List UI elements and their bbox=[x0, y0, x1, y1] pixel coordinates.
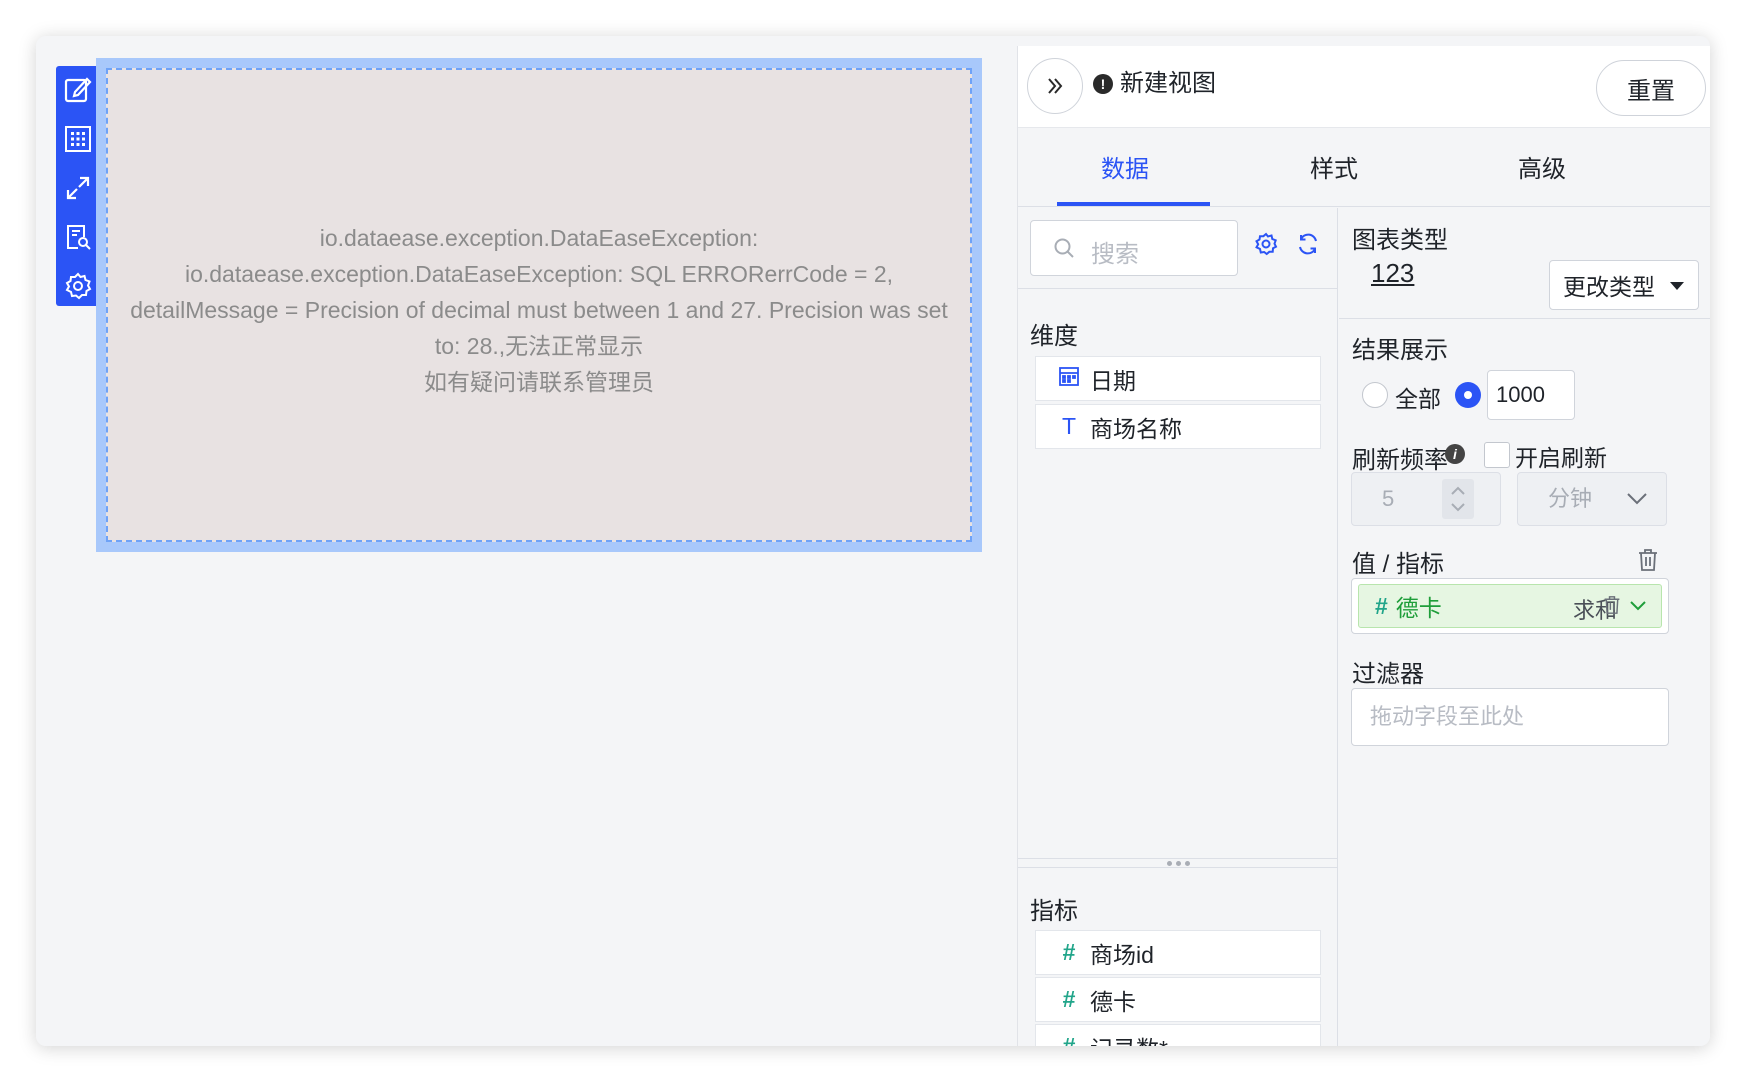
change-type-label: 更改类型 bbox=[1563, 274, 1655, 300]
editor-header: ! 新建视图 重置 bbox=[1018, 46, 1710, 128]
search-placeholder: 搜索 bbox=[1091, 241, 1139, 268]
result-all-label: 全部 bbox=[1395, 386, 1441, 412]
change-type-dropdown[interactable]: 更改类型 bbox=[1549, 260, 1699, 310]
hash-icon: # bbox=[1062, 1033, 1076, 1046]
value-field-chip[interactable]: # 德卡 求和 bbox=[1358, 584, 1662, 628]
refresh-title: 刷新频率 bbox=[1352, 447, 1448, 474]
filter-drop-zone[interactable]: 拖动字段至此处 bbox=[1351, 688, 1669, 746]
field-search-input[interactable]: 搜索 bbox=[1030, 220, 1238, 276]
tab-style[interactable]: 样式 bbox=[1310, 149, 1358, 184]
field-label: 日期 bbox=[1090, 367, 1136, 394]
hash-icon: # bbox=[1062, 939, 1076, 965]
hash-icon: # bbox=[1375, 592, 1388, 619]
double-chevron-right-icon bbox=[1048, 78, 1063, 94]
enable-refresh-label: 开启刷新 bbox=[1515, 445, 1607, 471]
error-message-line: detailMessage = Precision of decimal mus… bbox=[130, 297, 948, 323]
filter-title: 过滤器 bbox=[1352, 661, 1424, 688]
field-label: 记录数* bbox=[1090, 1030, 1168, 1047]
error-message-line: io.dataease.exception.DataEaseException:… bbox=[184, 261, 894, 287]
chevron-down-icon[interactable] bbox=[1629, 599, 1647, 613]
dimension-field-date[interactable]: 日期 bbox=[1035, 356, 1321, 401]
dimension-title: 维度 bbox=[1030, 323, 1078, 350]
chart-type-title: 图表类型 bbox=[1352, 227, 1448, 254]
refresh-interval-stepper[interactable]: 5 bbox=[1351, 472, 1501, 526]
value-drop-zone[interactable]: # 德卡 求和 bbox=[1351, 578, 1669, 634]
result-limit-radio[interactable] bbox=[1455, 382, 1481, 408]
divider bbox=[1018, 288, 1338, 289]
settings-icon[interactable] bbox=[60, 268, 96, 304]
value-title: 值 / 指标 bbox=[1352, 551, 1445, 578]
app-window: io.dataease.exception.DataEaseException:… bbox=[36, 36, 1710, 1046]
error-message-line: io.dataease.exception.DataEaseException: bbox=[319, 225, 759, 251]
refresh-interval-value: 5 bbox=[1382, 486, 1395, 511]
result-all-radio[interactable] bbox=[1362, 382, 1388, 408]
error-message-line: 如有疑问请联系管理员 bbox=[424, 369, 654, 395]
tab-advanced[interactable]: 高级 bbox=[1518, 149, 1566, 184]
refresh-unit-select[interactable]: 分钟 bbox=[1517, 472, 1667, 526]
collapse-panel-button[interactable] bbox=[1027, 58, 1083, 114]
view-title: 新建视图 bbox=[1120, 70, 1216, 97]
measure-field-record-count[interactable]: # 记录数* bbox=[1035, 1024, 1321, 1046]
trash-icon[interactable] bbox=[1637, 548, 1659, 572]
field-label: 商场名称 bbox=[1090, 415, 1182, 442]
dimension-field-mall-name[interactable]: T 商场名称 bbox=[1035, 404, 1321, 449]
view-editor-panel: ! 新建视图 重置 数据 样式 高级 搜索 维度 日期 T 商场名称 指标 # … bbox=[1017, 46, 1710, 1046]
search-icon bbox=[1054, 238, 1074, 258]
field-label: 德卡 bbox=[1090, 988, 1136, 1015]
chart-settings: 图表类型 123 更改类型 结果展示 全部 1000 刷新频率 i 开启刷新 5… bbox=[1339, 208, 1710, 1046]
refresh-icon[interactable] bbox=[1296, 232, 1320, 256]
field-label: 商场id bbox=[1090, 941, 1154, 968]
measure-field-mall-id[interactable]: # 商场id bbox=[1035, 930, 1321, 975]
grid-icon[interactable] bbox=[60, 121, 96, 157]
active-tab-indicator bbox=[1057, 202, 1210, 206]
measure-field-deka[interactable]: # 德卡 bbox=[1035, 977, 1321, 1022]
divider bbox=[1339, 318, 1710, 319]
tab-data[interactable]: 数据 bbox=[1101, 149, 1149, 184]
enable-refresh-checkbox[interactable] bbox=[1484, 442, 1510, 468]
editor-tabs: 数据 样式 高级 bbox=[1018, 129, 1710, 207]
trash-icon[interactable] bbox=[1603, 595, 1621, 615]
dashboard-canvas: io.dataease.exception.DataEaseException:… bbox=[36, 36, 1016, 1046]
field-list: 搜索 维度 日期 T 商场名称 指标 # 商场id # 德卡 # bbox=[1018, 208, 1338, 1046]
chart-widget[interactable]: io.dataease.exception.DataEaseException:… bbox=[106, 68, 972, 542]
chart-type-number-icon: 123 bbox=[1371, 258, 1415, 288]
caret-down-icon bbox=[1670, 282, 1684, 290]
calendar-icon bbox=[1056, 365, 1082, 393]
widget-toolbar bbox=[56, 66, 100, 306]
panel-splitter[interactable] bbox=[1018, 858, 1338, 868]
gear-icon[interactable] bbox=[1254, 232, 1278, 256]
result-limit-input[interactable]: 1000 bbox=[1487, 370, 1575, 420]
reset-button[interactable]: 重置 bbox=[1596, 60, 1706, 116]
expand-icon[interactable] bbox=[60, 170, 96, 206]
warning-icon: ! bbox=[1093, 74, 1113, 94]
stepper-arrows-icon bbox=[1442, 479, 1474, 519]
measure-title: 指标 bbox=[1030, 898, 1078, 925]
info-icon: i bbox=[1445, 444, 1465, 464]
value-field-label: 德卡 bbox=[1395, 595, 1442, 621]
refresh-unit-value: 分钟 bbox=[1548, 486, 1593, 511]
chevron-down-icon bbox=[1627, 493, 1647, 505]
hash-icon: # bbox=[1062, 986, 1076, 1012]
text-type-icon: T bbox=[1061, 413, 1077, 439]
edit-icon[interactable] bbox=[60, 72, 96, 108]
result-title: 结果展示 bbox=[1352, 337, 1448, 364]
inspect-icon[interactable] bbox=[60, 219, 96, 255]
error-message-line: to: 28.,无法正常显示 bbox=[434, 333, 644, 359]
